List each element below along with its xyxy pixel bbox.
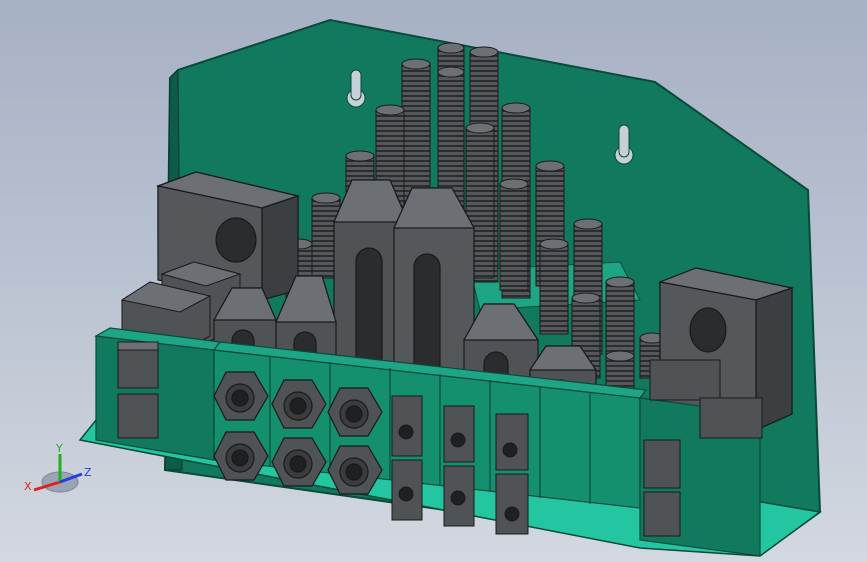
coordinate-triad: X Y Z [24,442,92,493]
x-axis-label: X [24,480,32,493]
z-axis-label: Z [84,466,92,479]
cad-model[interactable] [0,0,867,562]
3d-viewport[interactable]: X Y Z [0,0,867,562]
y-axis-label: Y [55,442,63,455]
